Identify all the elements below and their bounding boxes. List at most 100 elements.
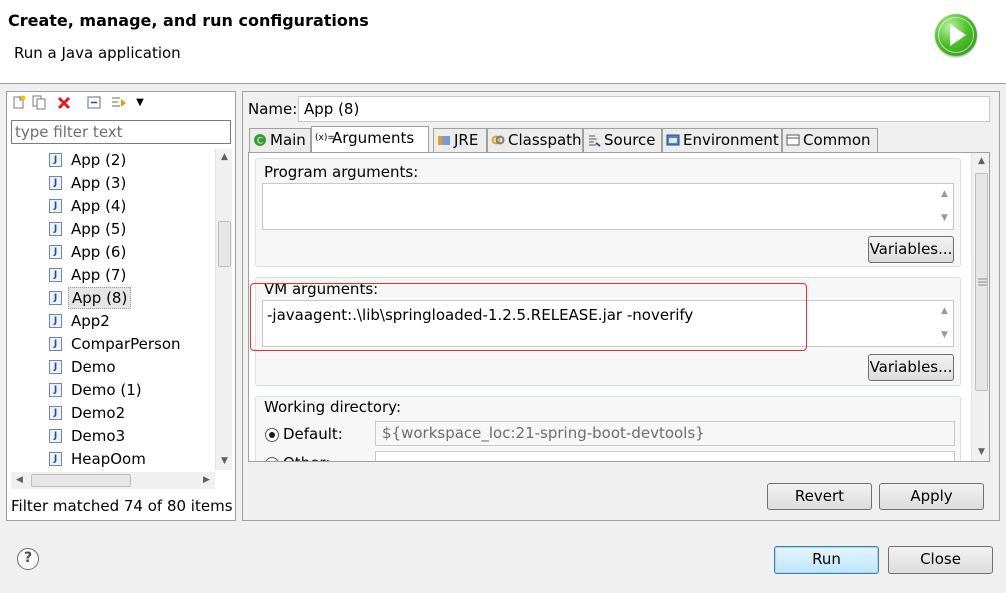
filter-status-text: Filter matched 74 of 80 items bbox=[11, 497, 233, 515]
delete-icon[interactable] bbox=[57, 95, 71, 110]
tab-jre[interactable]: JRE bbox=[433, 128, 487, 152]
tab-classpath[interactable]: Classpath bbox=[487, 128, 583, 152]
tree-item-label: HeapOom bbox=[71, 450, 146, 468]
configuration-list-panel: ▼ J App (2) J App (3) J App (4) J App (5) J App (… bbox=[6, 91, 236, 521]
other-directory-field[interactable] bbox=[375, 451, 955, 461]
svg-text:C: C bbox=[257, 137, 263, 147]
tree-item-label: App2 bbox=[71, 312, 110, 330]
tree-item-label: ComparPerson bbox=[71, 335, 181, 353]
java-app-icon: J bbox=[49, 291, 62, 305]
run-launch-icon bbox=[935, 14, 977, 56]
tree-item-label: App (4) bbox=[71, 197, 127, 215]
scroll-down-arrow-icon[interactable]: ▼ bbox=[216, 453, 233, 470]
tree-item-label: App (2) bbox=[71, 151, 127, 169]
tree-item-label: Demo2 bbox=[71, 404, 126, 422]
vm-variables-button[interactable]: Variables... bbox=[868, 354, 954, 381]
java-app-icon: J bbox=[49, 199, 62, 213]
tab-environment[interactable]: Environment bbox=[662, 128, 782, 152]
tab-source[interactable]: Source bbox=[583, 128, 662, 152]
tree-vertical-scrollbar[interactable]: ▲ ▼ bbox=[215, 149, 232, 470]
working-directory-label: Working directory: bbox=[264, 398, 402, 416]
scroll-down-arrow-icon[interactable]: ▼ bbox=[973, 444, 989, 461]
arguments-icon: (x)= bbox=[315, 133, 335, 143]
program-arguments-label: Program arguments: bbox=[264, 163, 419, 181]
content-vertical-scrollbar[interactable]: ▲ ▼ bbox=[971, 153, 989, 461]
textarea-scrollbar[interactable]: ▲ ▼ bbox=[936, 301, 953, 346]
scroll-up-arrow-icon[interactable]: ▲ bbox=[936, 303, 953, 320]
dialog-subtitle: Run a Java application bbox=[14, 44, 181, 62]
tree-item-label: App (8) bbox=[68, 287, 132, 309]
scroll-up-arrow-icon[interactable]: ▲ bbox=[936, 186, 953, 203]
java-app-icon: J bbox=[49, 314, 62, 328]
tab-label: Main bbox=[270, 131, 306, 149]
dialog-header: Create, manage, and run configurations R… bbox=[0, 0, 1006, 84]
tab-common[interactable]: Common bbox=[782, 128, 878, 152]
filter-input[interactable] bbox=[11, 120, 231, 144]
run-button[interactable]: Run bbox=[774, 546, 879, 574]
java-app-icon: J bbox=[49, 222, 62, 236]
source-icon bbox=[587, 133, 601, 147]
other-label: Other: bbox=[283, 454, 330, 461]
scrollbar-thumb[interactable] bbox=[218, 221, 231, 267]
name-field[interactable]: App (8) bbox=[298, 96, 990, 122]
environment-icon bbox=[666, 133, 680, 147]
program-arguments-textarea[interactable]: ▲ ▼ bbox=[262, 183, 954, 230]
main-class-icon: C bbox=[253, 133, 267, 147]
java-app-icon: J bbox=[49, 245, 62, 259]
tab-label: Common bbox=[803, 131, 871, 149]
scroll-right-arrow-icon[interactable]: ▶ bbox=[198, 472, 215, 489]
java-app-icon: J bbox=[49, 452, 62, 466]
java-app-icon: J bbox=[49, 360, 62, 374]
configuration-tree: J App (2) J App (3) J App (4) J App (5) J App (6)… bbox=[11, 149, 213, 470]
tree-item-label: App (3) bbox=[71, 174, 127, 192]
program-variables-button[interactable]: Variables... bbox=[868, 236, 954, 263]
config-toolbar: ▼ bbox=[7, 92, 235, 114]
scrollbar-thumb[interactable] bbox=[975, 173, 988, 391]
java-app-icon: J bbox=[49, 268, 62, 282]
java-app-icon: J bbox=[49, 429, 62, 443]
scroll-up-arrow-icon[interactable]: ▲ bbox=[216, 149, 233, 166]
tree-horizontal-scrollbar[interactable]: ◀ ▶ bbox=[11, 472, 215, 489]
scrollbar-thumb[interactable] bbox=[31, 474, 131, 487]
revert-button[interactable]: Revert bbox=[767, 483, 872, 510]
tree-item-label: App (7) bbox=[71, 266, 127, 284]
tab-arguments[interactable]: (x)= Arguments bbox=[311, 126, 429, 152]
java-app-icon: J bbox=[49, 153, 62, 167]
tree-item-label: Demo bbox=[71, 358, 116, 376]
dropdown-arrow-icon[interactable]: ▼ bbox=[133, 95, 147, 110]
java-app-icon: J bbox=[49, 383, 62, 397]
default-directory-field: ${workspace_loc:21-spring-boot-devtools} bbox=[375, 421, 955, 446]
common-icon bbox=[786, 133, 800, 147]
tab-main[interactable]: C Main bbox=[249, 128, 311, 152]
jre-icon bbox=[437, 133, 451, 147]
tree-item-label: App (6) bbox=[71, 243, 127, 261]
name-label: Name: bbox=[248, 100, 298, 118]
dialog-title: Create, manage, and run configurations bbox=[8, 11, 369, 30]
textarea-scrollbar[interactable]: ▲ ▼ bbox=[936, 184, 953, 229]
new-config-icon[interactable] bbox=[12, 95, 26, 110]
java-app-icon: J bbox=[49, 337, 62, 351]
filter-icon[interactable] bbox=[111, 95, 126, 110]
tab-label: Environment bbox=[683, 131, 779, 149]
tree-item-label: App (5) bbox=[71, 220, 127, 238]
scroll-up-arrow-icon[interactable]: ▲ bbox=[973, 153, 989, 170]
collapse-all-icon[interactable] bbox=[87, 95, 101, 110]
scroll-down-arrow-icon[interactable]: ▼ bbox=[936, 210, 953, 227]
working-directory-group: Working directory: Default: ${workspace_… bbox=[255, 396, 961, 461]
default-label: Default: bbox=[283, 425, 343, 443]
other-radio[interactable] bbox=[265, 457, 279, 461]
default-radio[interactable] bbox=[265, 428, 279, 442]
tree-item-label: Demo (1) bbox=[71, 381, 142, 399]
java-app-icon: J bbox=[49, 406, 62, 420]
scroll-down-arrow-icon[interactable]: ▼ bbox=[936, 327, 953, 344]
classpath-icon bbox=[491, 133, 505, 147]
apply-button[interactable]: Apply bbox=[879, 483, 984, 510]
highlight-annotation bbox=[250, 283, 807, 351]
tab-label: Arguments bbox=[332, 129, 415, 147]
java-app-icon: J bbox=[49, 176, 62, 190]
duplicate-icon[interactable] bbox=[32, 95, 46, 110]
tab-label: JRE bbox=[454, 131, 479, 149]
close-button[interactable]: Close bbox=[888, 546, 993, 574]
scroll-left-arrow-icon[interactable]: ◀ bbox=[11, 472, 28, 489]
help-icon[interactable]: ? bbox=[17, 548, 39, 570]
